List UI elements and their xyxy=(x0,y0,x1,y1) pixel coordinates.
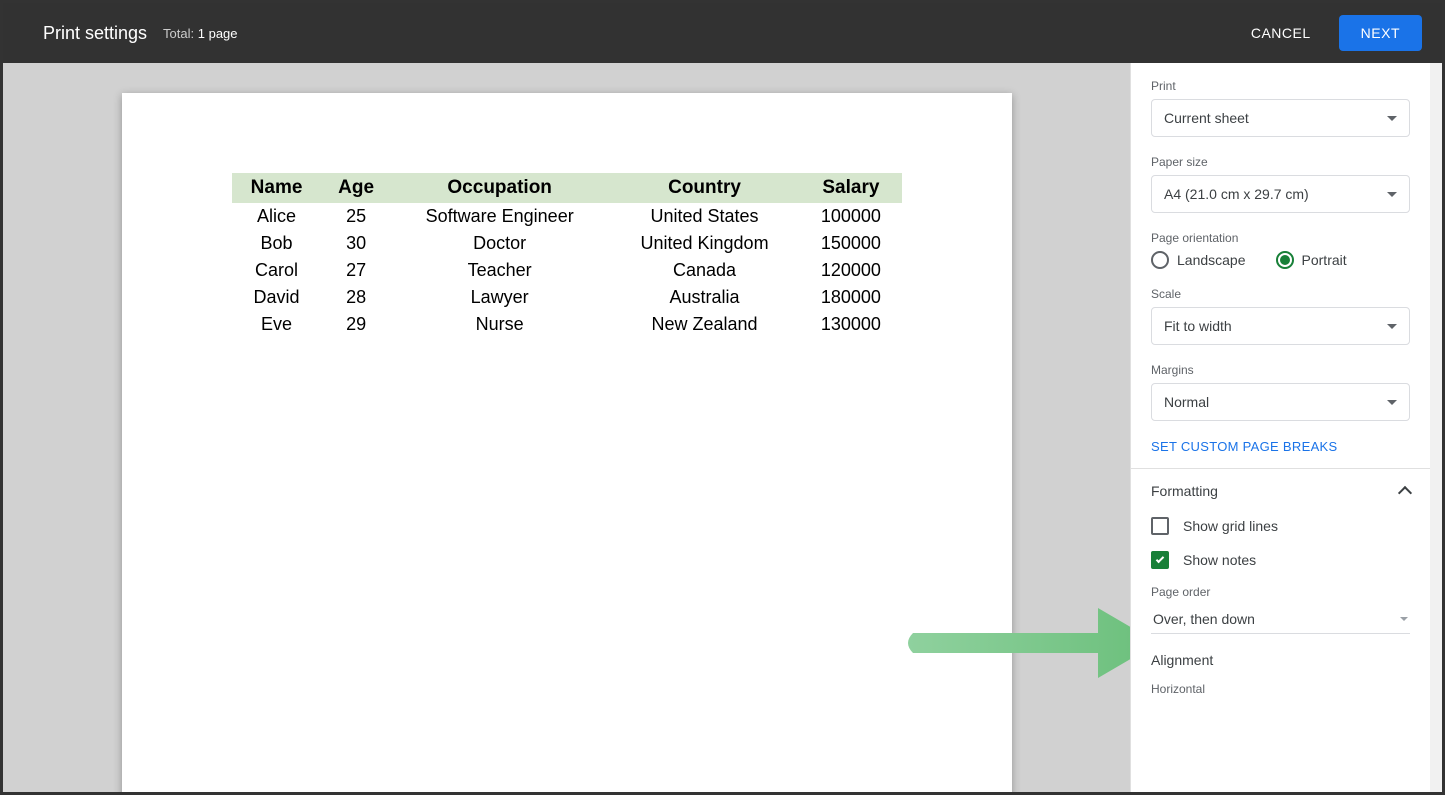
margins-label: Margins xyxy=(1151,363,1410,377)
divider xyxy=(1131,468,1430,469)
table-cell: 25 xyxy=(322,203,391,230)
next-button[interactable]: NEXT xyxy=(1339,15,1422,51)
settings-sidebar: Print Current sheet Paper size A4 (21.0 … xyxy=(1130,63,1430,792)
formatting-section-toggle[interactable]: Formatting xyxy=(1151,483,1410,499)
paper-size-label: Paper size xyxy=(1151,155,1410,169)
page-count: Total: 1 page xyxy=(163,26,237,41)
table-cell: United Kingdom xyxy=(609,230,801,257)
portrait-radio[interactable]: Portrait xyxy=(1276,251,1347,269)
page-order-label: Page order xyxy=(1151,585,1410,599)
table-cell: Nurse xyxy=(391,311,609,338)
table-cell: United States xyxy=(609,203,801,230)
table-cell: Software Engineer xyxy=(391,203,609,230)
table-row: Carol27TeacherCanada120000 xyxy=(232,257,902,284)
print-preview-area: Name Age Occupation Country Salary Alice… xyxy=(3,63,1130,792)
landscape-radio[interactable]: Landscape xyxy=(1151,251,1246,269)
chevron-down-icon xyxy=(1387,192,1397,197)
table-cell: 27 xyxy=(322,257,391,284)
chevron-down-icon xyxy=(1400,617,1408,621)
print-label: Print xyxy=(1151,79,1410,93)
paper-size-select[interactable]: A4 (21.0 cm x 29.7 cm) xyxy=(1151,175,1410,213)
radio-icon xyxy=(1151,251,1169,269)
table-cell: Teacher xyxy=(391,257,609,284)
table-cell: 150000 xyxy=(800,230,901,257)
table-cell: Carol xyxy=(232,257,322,284)
checkbox-icon xyxy=(1151,551,1169,569)
print-select[interactable]: Current sheet xyxy=(1151,99,1410,137)
table-cell: Lawyer xyxy=(391,284,609,311)
table-cell: 130000 xyxy=(800,311,901,338)
margins-select[interactable]: Normal xyxy=(1151,383,1410,421)
horizontal-label: Horizontal xyxy=(1151,682,1410,696)
scale-select[interactable]: Fit to width xyxy=(1151,307,1410,345)
table-cell: 100000 xyxy=(800,203,901,230)
checkbox-icon xyxy=(1151,517,1169,535)
cancel-button[interactable]: CANCEL xyxy=(1233,15,1329,51)
table-cell: 180000 xyxy=(800,284,901,311)
table-cell: Australia xyxy=(609,284,801,311)
table-row: Alice25Software EngineerUnited States100… xyxy=(232,203,902,230)
orientation-label: Page orientation xyxy=(1151,231,1410,245)
alignment-label: Alignment xyxy=(1151,652,1410,668)
table-cell: Canada xyxy=(609,257,801,284)
table-cell: Eve xyxy=(232,311,322,338)
table-row: Eve29NurseNew Zealand130000 xyxy=(232,311,902,338)
col-header: Occupation xyxy=(391,173,609,203)
chevron-down-icon xyxy=(1387,324,1397,329)
table-cell: 30 xyxy=(322,230,391,257)
col-header: Name xyxy=(232,173,322,203)
scrollbar[interactable] xyxy=(1430,63,1442,792)
table-cell: Bob xyxy=(232,230,322,257)
chevron-down-icon xyxy=(1387,116,1397,121)
col-header: Age xyxy=(322,173,391,203)
col-header: Country xyxy=(609,173,801,203)
header-bar: Print settings Total: 1 page CANCEL NEXT xyxy=(3,3,1442,63)
table-cell: New Zealand xyxy=(609,311,801,338)
radio-icon xyxy=(1276,251,1294,269)
custom-page-breaks-link[interactable]: SET CUSTOM PAGE BREAKS xyxy=(1151,439,1410,454)
page-title: Print settings xyxy=(43,23,147,44)
table-cell: Doctor xyxy=(391,230,609,257)
show-notes-checkbox[interactable]: Show notes xyxy=(1151,551,1410,569)
preview-page: Name Age Occupation Country Salary Alice… xyxy=(122,93,1012,792)
table-cell: 29 xyxy=(322,311,391,338)
chevron-up-icon xyxy=(1398,486,1412,500)
table-cell: 120000 xyxy=(800,257,901,284)
data-table: Name Age Occupation Country Salary Alice… xyxy=(232,173,902,338)
col-header: Salary xyxy=(800,173,901,203)
table-cell: Alice xyxy=(232,203,322,230)
scale-label: Scale xyxy=(1151,287,1410,301)
table-row: David28LawyerAustralia180000 xyxy=(232,284,902,311)
table-row: Bob30DoctorUnited Kingdom150000 xyxy=(232,230,902,257)
show-gridlines-checkbox[interactable]: Show grid lines xyxy=(1151,517,1410,535)
page-order-select[interactable]: Over, then down xyxy=(1151,605,1410,634)
chevron-down-icon xyxy=(1387,400,1397,405)
table-cell: David xyxy=(232,284,322,311)
table-cell: 28 xyxy=(322,284,391,311)
